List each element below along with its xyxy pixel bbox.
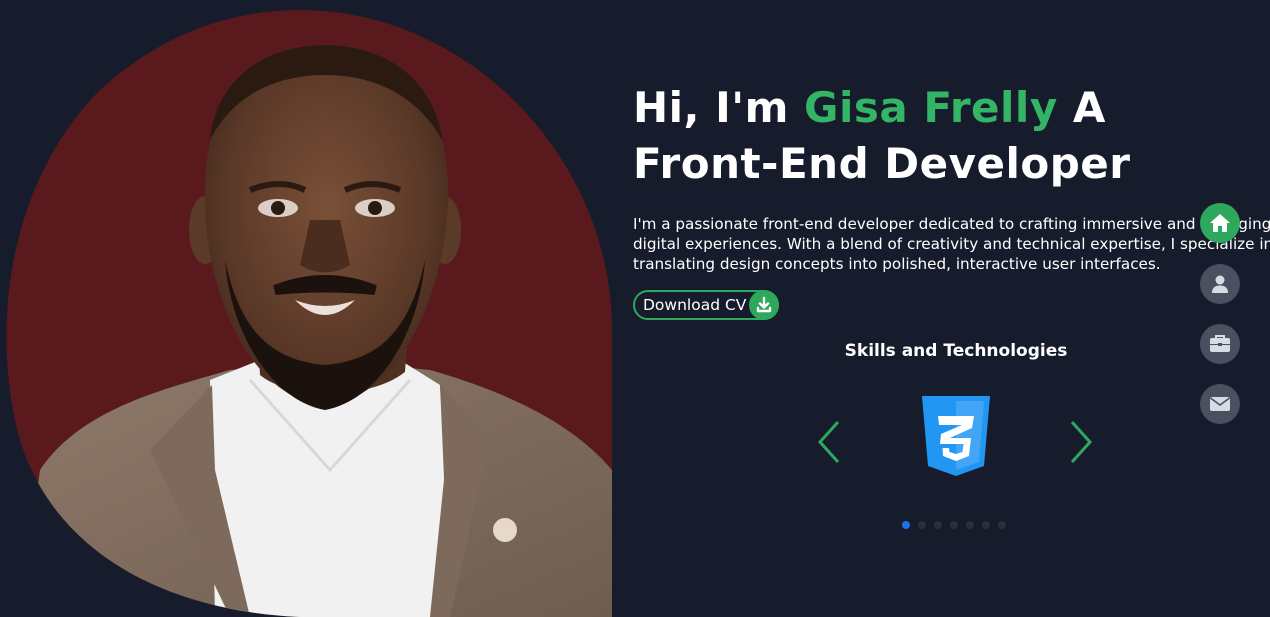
envelope-icon [1210,397,1230,411]
home-icon [1210,214,1230,232]
carousel-dot[interactable] [966,521,974,529]
carousel-dot[interactable] [982,521,990,529]
download-cv-label: Download CV [643,296,747,314]
hero-name: Gisa Frelly [804,83,1058,132]
profile-portrait [0,0,612,617]
download-icon [749,290,779,320]
hero-section: Hi, I'm Gisa Frelly A Front-End Develope… [633,80,1270,320]
carousel-dot[interactable] [998,521,1006,529]
nav-portfolio-button[interactable] [1200,324,1240,364]
carousel-pagination [902,521,1006,529]
hero-title: Hi, I'm Gisa Frelly A Front-End Develope… [633,80,1243,192]
carousel-next-button[interactable] [1062,418,1102,468]
nav-about-button[interactable] [1200,264,1240,304]
skills-title: Skills and Technologies [844,341,1068,361]
portfolio-page: Hi, I'm Gisa Frelly A Front-End Develope… [0,0,1270,617]
carousel-dot[interactable] [918,521,926,529]
carousel-dot[interactable] [950,521,958,529]
chevron-left-icon [817,420,840,464]
nav-contact-button[interactable] [1200,384,1240,424]
carousel-dot[interactable] [934,521,942,529]
hero-description: I'm a passionate front-end developer ded… [633,215,1270,273]
briefcase-icon [1210,335,1230,352]
hero-greeting: Hi, I'm [633,83,804,132]
user-icon [1212,275,1228,293]
chevron-right-icon [1070,420,1093,464]
download-cv-button[interactable]: Download CV [633,290,779,320]
carousel-prev-button[interactable] [808,418,848,468]
carousel-dot[interactable] [902,521,910,529]
nav-home-button[interactable] [1200,203,1240,243]
css3-icon [920,394,992,478]
